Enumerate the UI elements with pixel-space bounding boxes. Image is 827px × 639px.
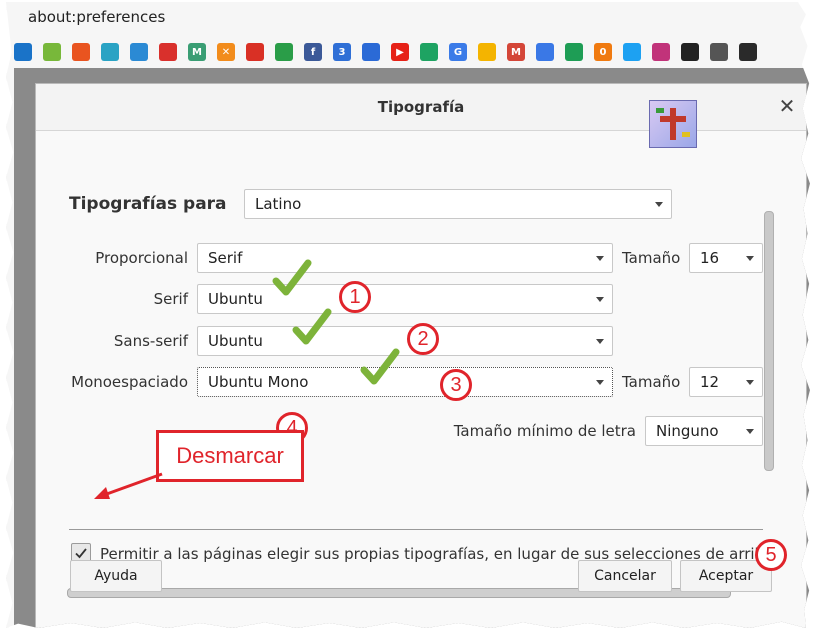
fonts-dialog: Tipografía ✕ Tipografías para Latino Pro… [35, 83, 807, 628]
blue-swirl-icon[interactable] [130, 43, 148, 61]
screenshot-frame: about:preferences M ✕ f 3 ▶ G M 0 Tipografía ✕ … [6, 2, 810, 628]
min-size-value: Ninguno [656, 422, 719, 440]
annotation-badge-3: 3 [440, 369, 472, 401]
proportional-size-select[interactable]: 16 [689, 243, 763, 273]
serif-value: Ubuntu [208, 290, 263, 308]
vertical-scrollbar[interactable] [764, 211, 774, 471]
uncheck-callout: Desmarcar [156, 430, 304, 482]
fonts-for-select[interactable]: Latino [244, 189, 672, 219]
green-check-icon [360, 348, 400, 385]
fonts-for-label: Tipografías para [69, 194, 227, 214]
serif-select[interactable]: Ubuntu [197, 284, 613, 314]
proportional-select[interactable]: Serif [197, 243, 613, 273]
annotation-badge-5: 5 [755, 539, 787, 571]
divider [69, 529, 763, 530]
cancel-button[interactable]: Cancelar [578, 560, 672, 592]
firefox-bookmark-icon[interactable] [14, 43, 32, 61]
gmail-icon[interactable]: M [507, 43, 525, 61]
annotation-badge-1: 1 [339, 281, 371, 313]
monospace-size-label: Tamaño [622, 373, 681, 391]
facebook-icon[interactable]: f [304, 43, 322, 61]
sans-serif-select[interactable]: Ubuntu [197, 326, 613, 356]
monospace-label: Monoespaciado [71, 373, 188, 391]
instagram-icon[interactable] [652, 43, 670, 61]
dark-circle-icon[interactable] [739, 43, 757, 61]
orange-x-icon[interactable]: ✕ [217, 43, 235, 61]
chevron-down-icon [596, 339, 604, 344]
monospace-value: Ubuntu Mono [208, 373, 309, 391]
green-check-icon [272, 259, 312, 296]
red-grid-icon[interactable] [159, 43, 177, 61]
chevron-down-icon [746, 429, 754, 434]
green-check-icon [292, 308, 332, 345]
twitter-icon[interactable] [623, 43, 641, 61]
ubuntu-icon[interactable] [72, 43, 90, 61]
google-drive-icon[interactable] [420, 43, 438, 61]
android-icon[interactable] [43, 43, 61, 61]
settings-bookmark-icon[interactable] [101, 43, 119, 61]
help-button[interactable]: Ayuda [70, 560, 162, 592]
contacts-icon[interactable] [362, 43, 380, 61]
serif-label: Serif [153, 290, 188, 308]
youtube-icon[interactable]: ▶ [391, 43, 409, 61]
chevron-down-icon [596, 256, 604, 261]
sans-serif-value: Ubuntu [208, 332, 263, 350]
proportional-size-value: 16 [700, 249, 720, 267]
sans-serif-label: Sans-serif [113, 332, 188, 350]
google-translate-icon[interactable]: G [449, 43, 467, 61]
proportional-label: Proporcional [95, 249, 188, 267]
keep-icon[interactable] [478, 43, 496, 61]
url-bar[interactable]: about:preferences [28, 8, 165, 28]
sheets-icon[interactable] [565, 43, 583, 61]
chevron-down-icon [746, 256, 754, 261]
monospace-select[interactable]: Ubuntu Mono [197, 367, 613, 397]
zero-icon[interactable]: 0 [594, 43, 612, 61]
checkmark-icon [75, 548, 87, 559]
globe-icon[interactable] [710, 43, 728, 61]
fonts-for-value: Latino [255, 195, 302, 213]
spotify-icon[interactable] [681, 43, 699, 61]
red-bookmark-icon[interactable] [246, 43, 264, 61]
chevron-down-icon [746, 380, 754, 385]
chevron-down-icon [655, 202, 663, 207]
docs-icon[interactable] [536, 43, 554, 61]
m-bookmark-icon[interactable]: M [188, 43, 206, 61]
close-icon[interactable]: ✕ [776, 95, 798, 117]
chevron-down-icon [596, 380, 604, 385]
monospace-size-value: 12 [700, 373, 720, 391]
proportional-value: Serif [208, 249, 243, 267]
bookmarks-toolbar: M ✕ f 3 ▶ G M 0 [14, 39, 810, 65]
min-size-label: Tamaño mínimo de letra [453, 422, 636, 440]
calendar-icon[interactable]: 3 [333, 43, 351, 61]
chevron-down-icon [596, 297, 604, 302]
annotation-badge-2: 2 [407, 323, 439, 355]
whatsapp-icon[interactable] [275, 43, 293, 61]
monospace-size-select[interactable]: 12 [689, 367, 763, 397]
size-label: Tamaño [622, 249, 681, 267]
min-size-select[interactable]: Ninguno [645, 416, 763, 446]
callout-arrow-icon [94, 472, 163, 499]
